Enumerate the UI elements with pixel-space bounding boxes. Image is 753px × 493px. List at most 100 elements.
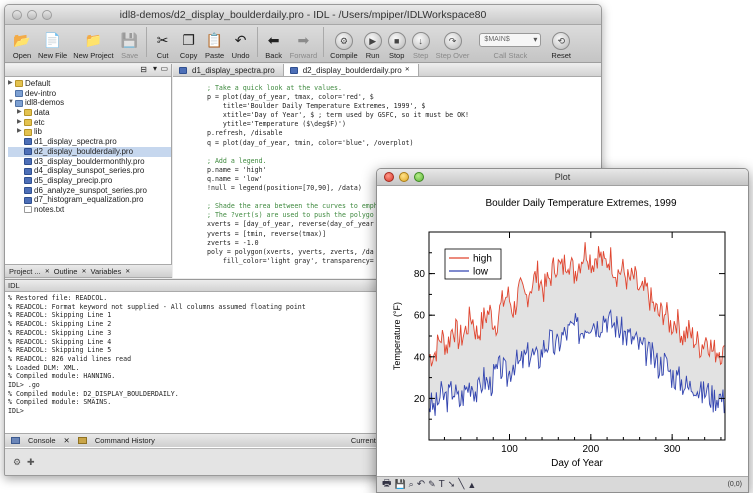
tree-item-label: Default [25, 79, 51, 88]
collapse-all-icon[interactable]: ⊟ [140, 65, 147, 74]
tab-outline[interactable]: Outline [54, 267, 78, 276]
tree-item-label: d3_display_bouldermonthly.pro [34, 156, 145, 166]
file-icon [24, 177, 32, 185]
minimize-window-button[interactable] [27, 10, 37, 20]
expand-twisty-icon[interactable]: ▼ [8, 98, 15, 108]
toolbar-label: Cut [156, 51, 169, 60]
tab-variables[interactable]: Variables [91, 267, 122, 276]
back-button[interactable]: ⬅ Back [261, 24, 287, 60]
folder-open-icon: 📂 [13, 32, 31, 48]
reset-button[interactable]: ⟲ Reset [548, 24, 574, 60]
legend-label-high: high [473, 254, 492, 265]
close-plot-button[interactable] [384, 172, 394, 182]
tree-item[interactable]: ▶ etc [8, 118, 171, 128]
editor-tab[interactable]: d2_display_boulderdaily.pro ✕ [283, 64, 419, 77]
run-button[interactable]: ▶ Run [361, 24, 385, 60]
file-icon [24, 148, 32, 156]
tab-command-history[interactable]: Command History [95, 436, 155, 445]
new-file-button[interactable]: 📄 New File [35, 24, 70, 60]
toolbar-label: Stop [388, 51, 405, 60]
x-tick-label: 200 [582, 444, 599, 455]
compile-icon: ⚙ [334, 32, 353, 50]
tree-item[interactable]: ▶ Default [8, 79, 171, 89]
tab-close-icon[interactable]: ✕ [45, 268, 50, 275]
reset-icon: ⟲ [552, 32, 571, 50]
undo-icon[interactable]: ↶ [417, 479, 425, 490]
tab-close-icon[interactable]: ✕ [125, 268, 130, 275]
new-project-button[interactable]: 📁 New Project [70, 24, 116, 60]
tree-item-label: d4_display_sunspot_series.pro [34, 166, 145, 176]
arrow-tool-icon[interactable]: ➘ [448, 479, 456, 490]
txt-icon [24, 206, 32, 214]
project-explorer-header: ⊟ ▾ ▭ [5, 64, 171, 77]
tab-console[interactable]: Console [28, 436, 56, 445]
tree-item[interactable]: d7_histogram_equalization.pro [8, 195, 171, 205]
line-tool-icon[interactable]: ╲ [458, 479, 464, 490]
toolbar-label: Step [412, 51, 429, 60]
tab-close-icon[interactable]: ✕ [81, 268, 86, 275]
code-line: ytitle='Temperature ($\deg$F)') [207, 120, 346, 129]
step-icon: ↓ [411, 32, 430, 50]
zoom-window-button[interactable] [42, 10, 52, 20]
tree-item-label: data [34, 108, 50, 118]
call-stack-control[interactable]: $MAIN$ Call Stack [476, 24, 544, 60]
run-icon: ▶ [363, 32, 382, 50]
tree-item[interactable]: ▼ idl8-demos [8, 98, 171, 108]
y-axis-label: Temperature (°F) [392, 302, 402, 370]
paste-button[interactable]: 📋 Paste [202, 24, 228, 60]
open-button[interactable]: 📂 Open [9, 24, 35, 60]
tree-item[interactable]: dev-intro [8, 89, 171, 99]
window-title: idl8-demos/d2_display_boulderdaily.pro -… [119, 9, 487, 21]
editor-tab[interactable]: d1_display_spectra.pro [173, 64, 284, 76]
zoom-plot-button[interactable] [414, 172, 424, 182]
tree-item[interactable]: ▶ lib [8, 127, 171, 137]
tree-item[interactable]: d3_display_bouldermonthly.pro [8, 157, 171, 167]
back-arrow-icon: ⬅ [267, 32, 280, 48]
tree-item-label: d2_display_boulderdaily.pro [34, 146, 134, 156]
tree-item[interactable]: d1_display_spectra.pro [8, 137, 171, 147]
tree-item-label: d5_display_precip.pro [34, 175, 113, 185]
chart-title: Boulder Daily Temperature Extremes, 1999 [485, 198, 676, 209]
expand-twisty-icon[interactable]: ▶ [8, 79, 15, 89]
tree-item[interactable]: notes.txt [8, 205, 171, 215]
temperature-chart[interactable]: 100 200 300 20 40 60 80 Boulder Daily Temperatu… [377, 186, 749, 477]
expand-twisty-icon[interactable]: ▶ [17, 127, 24, 137]
tree-item[interactable]: d5_display_precip.pro [8, 176, 171, 186]
copy-button[interactable]: ❐ Copy [176, 24, 202, 60]
stop-button[interactable]: ■ Stop [385, 24, 409, 60]
undo-button[interactable]: ↶ Undo [228, 24, 254, 60]
tree-item[interactable]: d4_display_sunspot_series.pro [8, 166, 171, 176]
tree-item[interactable]: d6_analyze_sunspot_series.pro [8, 186, 171, 196]
cut-button[interactable]: ✂ Cut [150, 24, 176, 60]
x-axis-label: Day of Year [551, 458, 603, 469]
save-icon[interactable]: 💾 [394, 479, 405, 490]
view-menu-icon[interactable]: ▾ [153, 64, 157, 73]
tab-project[interactable]: Project ... [9, 267, 41, 276]
toolbar-label: Step Over [435, 51, 470, 60]
toolbar-label: Open [12, 51, 32, 60]
pencil-icon[interactable]: ✎ [428, 479, 436, 490]
call-stack-dropdown[interactable]: $MAIN$ [479, 33, 542, 47]
left-pane-tabs: Project ... ✕ Outline ✕ Variables ✕ [5, 264, 172, 278]
toolbar-label: Compile [330, 51, 358, 60]
tab-console-close-icon[interactable]: ✕ [64, 436, 70, 445]
console-tab-icon [11, 437, 20, 444]
expand-twisty-icon[interactable]: ▶ [17, 118, 24, 128]
text-tool-icon[interactable]: T [439, 479, 445, 490]
tree-item[interactable]: ▶ data [8, 108, 171, 118]
tree-item[interactable]: d2_display_boulderdaily.pro [8, 146, 171, 157]
main-titlebar: idl8-demos/d2_display_boulderdaily.pro -… [5, 5, 601, 25]
x-tick-label: 300 [664, 444, 681, 455]
tab-close-icon[interactable]: ✕ [405, 64, 410, 77]
fast-view-icon[interactable]: ✚ [27, 457, 35, 468]
print-icon[interactable]: 🖶 [382, 476, 391, 492]
stop-icon: ■ [387, 32, 406, 50]
code-line: ; Take a quick look at the values. [207, 84, 342, 92]
minimize-pane-icon[interactable]: ▭ [160, 64, 168, 73]
shape-tool-icon[interactable]: ▲ [467, 480, 476, 490]
compile-button[interactable]: ⚙ Compile [327, 24, 361, 60]
minimize-plot-button[interactable] [399, 172, 409, 182]
zoom-icon[interactable]: ⌕ [409, 479, 414, 490]
expand-twisty-icon[interactable]: ▶ [17, 108, 24, 118]
close-window-button[interactable] [12, 10, 22, 20]
